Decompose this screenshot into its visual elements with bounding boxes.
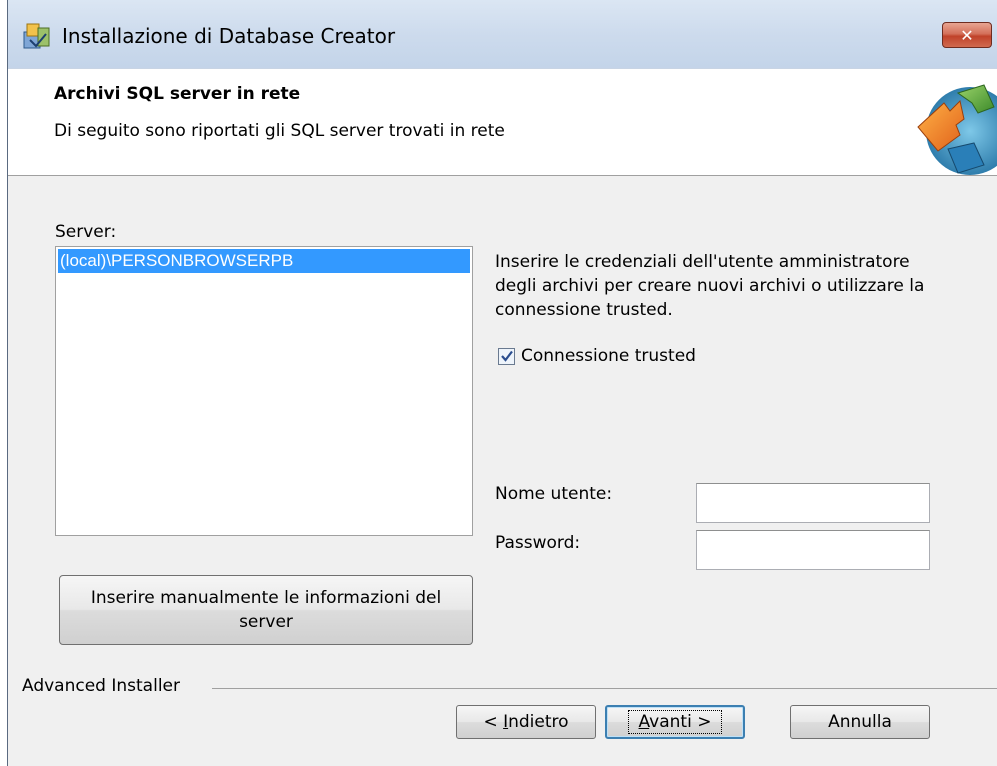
footer-divider — [212, 688, 997, 689]
footer-group-label: Advanced Installer — [22, 676, 180, 696]
password-label: Password: — [495, 533, 581, 553]
installer-app-icon — [23, 23, 50, 49]
server-listbox[interactable]: (local)\PERSONBROWSERPB — [55, 246, 473, 536]
window-title: Installazione di Database Creator — [62, 24, 396, 48]
back-button[interactable]: < Indietro — [456, 705, 596, 739]
checkmark-icon — [500, 350, 513, 362]
cancel-button[interactable]: Annulla — [790, 705, 930, 739]
trusted-connection-checkbox[interactable] — [498, 347, 515, 365]
close-icon: ✕ — [960, 25, 974, 45]
trusted-connection-row[interactable]: Connessione trusted — [498, 346, 696, 366]
server-label: Server: — [55, 222, 117, 242]
close-button[interactable]: ✕ — [942, 22, 992, 48]
trusted-connection-label: Connessione trusted — [521, 346, 696, 366]
username-input[interactable] — [696, 483, 930, 523]
page-subtitle: Di seguito sono riportati gli SQL server… — [54, 121, 505, 141]
installer-window: Installazione di Database Creator ✕ Arch… — [7, 0, 997, 766]
server-list-item-selected[interactable]: (local)\PERSONBROWSERPB — [58, 249, 470, 273]
manual-server-info-label: Inserire manualmente le informazioni del… — [90, 588, 442, 632]
password-input[interactable] — [696, 530, 930, 570]
username-label: Nome utente: — [495, 484, 613, 504]
dialog-header: Archivi SQL server in rete Di seguito so… — [8, 68, 997, 176]
next-button-label: Avanti > — [627, 710, 723, 734]
cancel-button-label: Annulla — [828, 712, 892, 732]
next-button[interactable]: Avanti > — [605, 705, 745, 739]
back-button-label: < Indietro — [483, 712, 569, 732]
manual-server-info-button[interactable]: Inserire manualmente le informazioni del… — [59, 575, 473, 645]
credentials-instructions: Inserire le credenziali dell'utente ammi… — [495, 252, 925, 320]
page-title: Archivi SQL server in rete — [54, 84, 301, 104]
puzzle-logo-icon — [917, 84, 997, 175]
